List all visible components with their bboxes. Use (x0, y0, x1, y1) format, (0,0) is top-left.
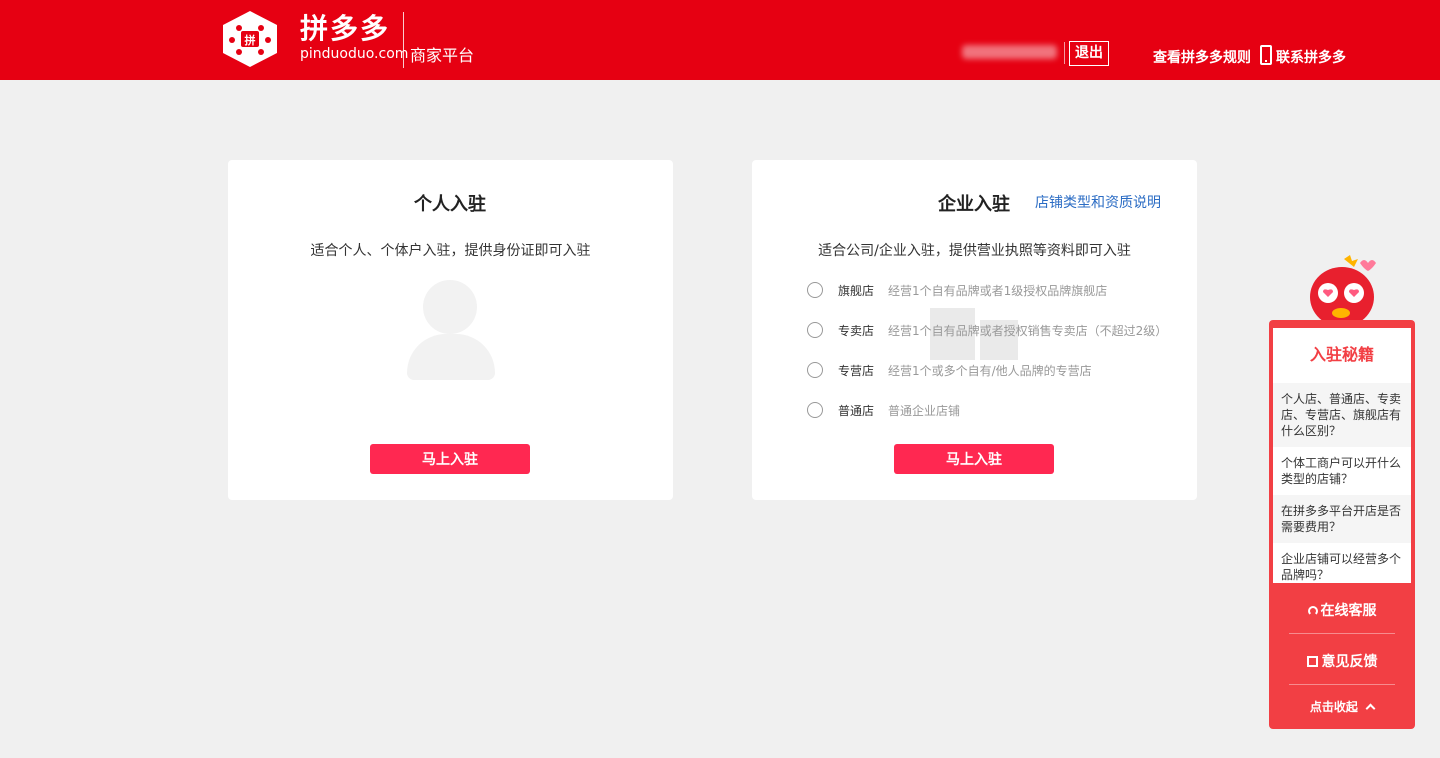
personal-join-card: 个人入驻 适合个人、个体户入驻，提供身份证即可入驻 马上入驻 (228, 160, 673, 500)
rules-link[interactable]: 查看拼多多规则 (1153, 47, 1251, 67)
collapse-button[interactable]: 点击收起 (1269, 698, 1415, 715)
shop-type-option[interactable]: 旗舰店 经营1个自有品牌或者1级授权品牌旗舰店 (807, 281, 1107, 299)
tip-item[interactable]: 企业店铺可以经营多个品牌吗？ (1273, 543, 1411, 583)
shop-type-desc: 经营1个自有品牌或者授权销售专卖店（不超过2级） (888, 323, 1168, 338)
shop-type-help-link[interactable]: 店铺类型和资质说明 (1035, 192, 1161, 212)
masked-account-name (962, 45, 1057, 59)
shop-type-option[interactable]: 专营店 经营1个或多个自有/他人品牌的专营店 (807, 361, 1092, 379)
shop-type-desc: 普通企业店铺 (888, 403, 961, 418)
account-divider (1064, 42, 1065, 64)
collapse-label: 点击收起 (1309, 700, 1358, 714)
shop-type-option[interactable]: 普通店 普通企业店铺 (807, 401, 960, 419)
enterprise-description: 适合公司/企业入驻，提供营业执照等资料即可入驻 (818, 243, 1131, 259)
phone-icon (1260, 45, 1272, 65)
radio-button[interactable] (807, 402, 823, 418)
tips-box: 入驻秘籍 个人店、普通店、专卖店、专营店、旗舰店有什么区别？ 个体工商户可以开什… (1273, 328, 1411, 583)
logout-button[interactable]: 退出 (1069, 41, 1109, 66)
top-header: 拼 拼多多 pinduoduo.com 商家平台 退出 查看拼多多规则 联系拼多… (0, 0, 1440, 80)
mascot-icon (1310, 255, 1376, 325)
shop-type-option[interactable]: 专卖店 经营1个自有品牌或者授权销售专卖店（不超过2级） (807, 321, 1167, 339)
brand-divider (403, 12, 404, 68)
personal-title: 个人入驻 (414, 194, 486, 215)
side-divider (1289, 684, 1395, 685)
radio-button[interactable] (807, 362, 823, 378)
shop-type-desc: 经营1个自有品牌或者1级授权品牌旗舰店 (888, 283, 1108, 298)
tip-item[interactable]: 个人店、普通店、专卖店、专营店、旗舰店有什么区别？ (1273, 383, 1411, 447)
radio-button[interactable] (807, 282, 823, 298)
tip-item[interactable]: 个体工商户可以开什么类型的店铺？ (1273, 447, 1411, 495)
shop-type-name: 专卖店 (838, 323, 875, 338)
headset-icon (1307, 606, 1318, 616)
radio-button[interactable] (807, 322, 823, 338)
contact-link[interactable]: 联系拼多多 (1276, 47, 1346, 67)
online-service-button[interactable]: 在线客服 (1269, 600, 1415, 620)
edit-icon (1306, 656, 1318, 667)
shop-type-desc: 经营1个或多个自有/他人品牌的专营店 (888, 363, 1092, 378)
brand-domain: pinduoduo.com (300, 46, 409, 62)
feedback-label: 意见反馈 (1321, 654, 1378, 670)
shop-type-name: 旗舰店 (838, 283, 875, 298)
tips-title: 入驻秘籍 (1309, 345, 1374, 364)
svg-text:拼: 拼 (245, 33, 256, 47)
side-divider (1289, 633, 1395, 634)
personal-description: 适合个人、个体户入驻，提供身份证即可入驻 (310, 243, 591, 259)
tip-item[interactable]: 在拼多多平台开店是否需要费用？ (1273, 495, 1411, 543)
brand-name: 拼多多 (300, 12, 391, 45)
chevron-up-icon (1365, 703, 1376, 714)
platform-label: 商家平台 (410, 46, 475, 65)
personal-join-button[interactable]: 马上入驻 (370, 444, 530, 474)
person-avatar-body-icon (407, 334, 495, 380)
enterprise-title: 企业入驻 (938, 194, 1010, 215)
join-tips-widget: 入驻秘籍 个人店、普通店、专卖店、专营店、旗舰店有什么区别？ 个体工商户可以开什… (1269, 320, 1415, 729)
enterprise-join-card: 企业入驻 店铺类型和资质说明 适合公司/企业入驻，提供营业执照等资料即可入驻 旗… (752, 160, 1197, 500)
online-service-label: 在线客服 (1320, 603, 1377, 619)
shop-type-name: 普通店 (838, 403, 875, 418)
shop-type-name: 专营店 (838, 363, 875, 378)
person-avatar-icon (423, 280, 477, 334)
brand: 拼多多 pinduoduo.com (300, 12, 408, 62)
feedback-button[interactable]: 意见反馈 (1269, 651, 1415, 671)
enterprise-join-button[interactable]: 马上入驻 (894, 444, 1054, 474)
pinduoduo-logo-icon[interactable]: 拼 (220, 10, 280, 68)
